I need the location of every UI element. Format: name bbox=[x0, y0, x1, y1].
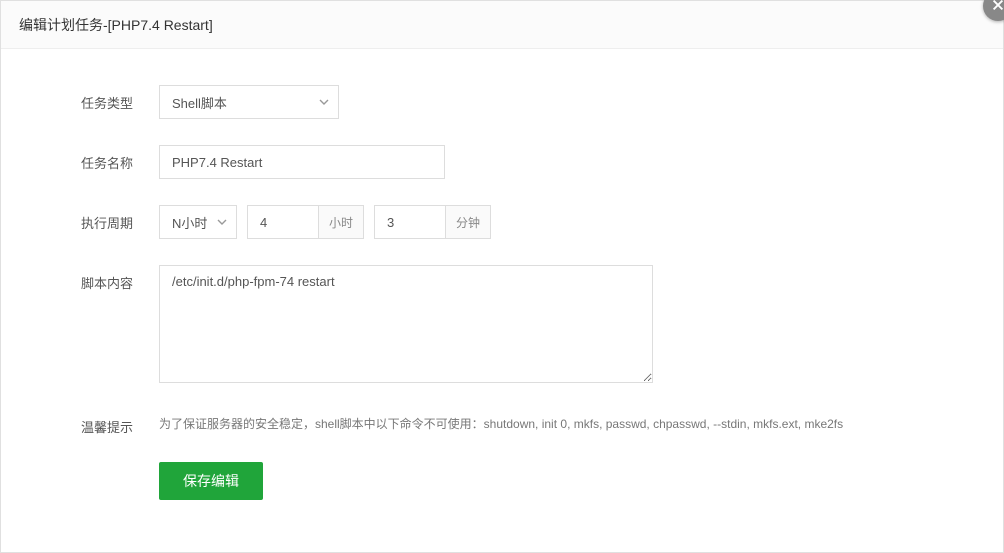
row-save: 保存编辑 bbox=[81, 462, 985, 500]
hour-input[interactable] bbox=[248, 206, 318, 238]
modal-title: 编辑计划任务-[PHP7.4 Restart] bbox=[19, 15, 213, 35]
task-name-input[interactable] bbox=[159, 145, 445, 179]
modal-header: 编辑计划任务-[PHP7.4 Restart] bbox=[1, 1, 1003, 49]
label-empty bbox=[81, 462, 159, 470]
label-task-type: 任务类型 bbox=[81, 85, 159, 112]
row-task-name: 任务名称 bbox=[81, 145, 985, 179]
label-script: 脚本内容 bbox=[81, 265, 159, 292]
task-type-value: Shell脚本 bbox=[172, 93, 227, 112]
control-task-type: Shell脚本 bbox=[159, 85, 339, 119]
row-script: 脚本内容 bbox=[81, 265, 985, 383]
close-icon bbox=[991, 0, 1004, 15]
script-textarea[interactable] bbox=[159, 265, 653, 383]
tip-text: 为了保证服务器的安全稳定，shell脚本中以下命令不可使用：shutdown, … bbox=[159, 409, 843, 434]
hour-input-group: 小时 bbox=[247, 205, 364, 239]
row-cycle: 执行周期 N小时 小时 bbox=[81, 205, 985, 239]
control-task-name bbox=[159, 145, 445, 179]
label-cycle: 执行周期 bbox=[81, 205, 159, 232]
label-tip: 温馨提示 bbox=[81, 409, 159, 436]
minute-input[interactable] bbox=[375, 206, 445, 238]
task-type-select[interactable]: Shell脚本 bbox=[159, 85, 339, 119]
row-task-type: 任务类型 Shell脚本 bbox=[81, 85, 985, 119]
control-tip: 为了保证服务器的安全稳定，shell脚本中以下命令不可使用：shutdown, … bbox=[159, 409, 843, 434]
hour-suffix: 小时 bbox=[318, 206, 363, 238]
label-task-name: 任务名称 bbox=[81, 145, 159, 172]
edit-task-modal: 编辑计划任务-[PHP7.4 Restart] 任务类型 Shell脚本 bbox=[0, 0, 1004, 553]
row-tip: 温馨提示 为了保证服务器的安全稳定，shell脚本中以下命令不可使用：shutd… bbox=[81, 409, 985, 436]
minute-input-group: 分钟 bbox=[374, 205, 491, 239]
control-save: 保存编辑 bbox=[159, 462, 263, 500]
control-cycle: N小时 小时 分钟 bbox=[159, 205, 491, 239]
control-script bbox=[159, 265, 653, 383]
minute-suffix: 分钟 bbox=[445, 206, 490, 238]
cycle-period-value: N小时 bbox=[172, 213, 207, 232]
save-button[interactable]: 保存编辑 bbox=[159, 462, 263, 500]
modal-body: 任务类型 Shell脚本 任务名称 bbox=[1, 49, 1003, 546]
cycle-period-select[interactable]: N小时 bbox=[159, 205, 237, 239]
